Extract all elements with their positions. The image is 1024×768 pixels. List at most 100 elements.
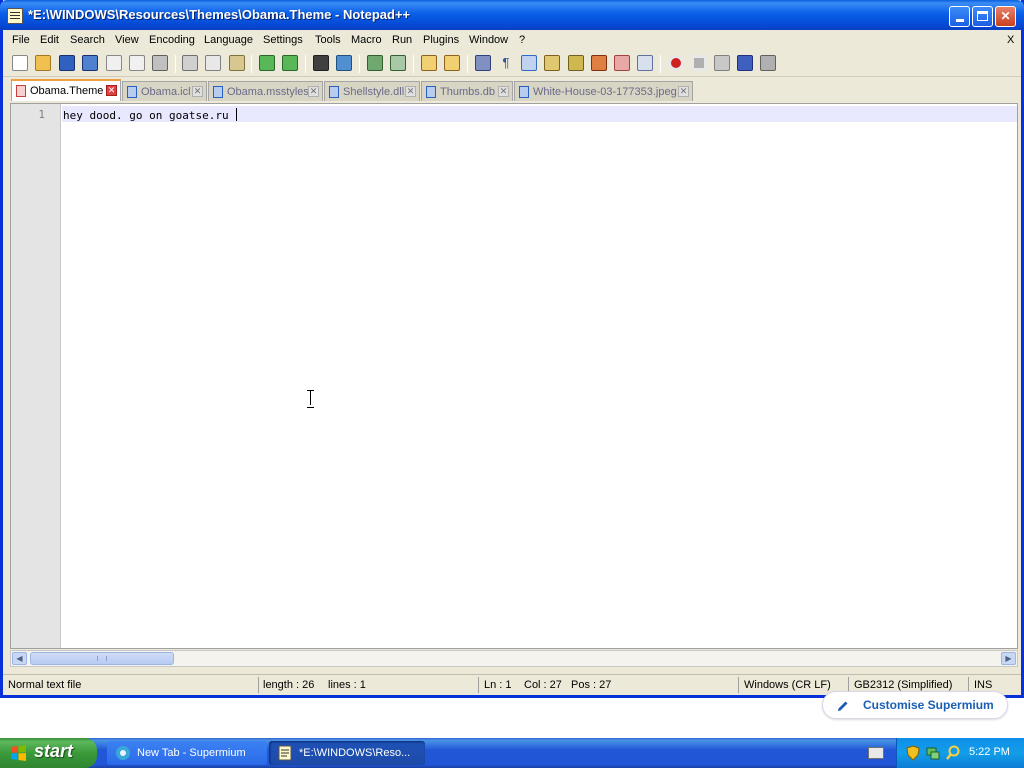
save-all-icon[interactable] (82, 55, 98, 71)
close-file-icon[interactable] (106, 55, 122, 71)
play-macro-icon[interactable] (714, 55, 730, 71)
task-label: New Tab - Supermium (137, 747, 246, 759)
tab-close-icon[interactable]: ✕ (678, 86, 689, 97)
open-file-icon[interactable] (35, 55, 51, 71)
print-icon[interactable] (152, 55, 168, 71)
zoom-out-icon[interactable] (390, 55, 406, 71)
tab-shellstyle-dll[interactable]: Shellstyle.dll ✕ (324, 81, 420, 101)
paste-icon[interactable] (229, 55, 245, 71)
toolbar-separator (467, 55, 468, 73)
tab-close-icon[interactable]: ✕ (192, 86, 203, 97)
tab-obama-icl[interactable]: Obama.icl ✕ (122, 81, 207, 101)
menu-settings[interactable]: Settings (263, 34, 303, 46)
find-icon[interactable] (313, 55, 329, 71)
keyboard-language-icon[interactable] (868, 747, 884, 759)
close-document-button[interactable]: X (1007, 34, 1014, 46)
line-number: 1 (38, 108, 45, 121)
menu-search[interactable]: Search (70, 34, 105, 46)
toolbar-separator (175, 55, 176, 73)
menu-window[interactable]: Window (469, 34, 508, 46)
status-eol: Windows (CR LF) (744, 679, 831, 691)
scroll-thumb[interactable] (30, 652, 174, 665)
status-separator (258, 677, 259, 693)
taskbar-item-supermium[interactable]: New Tab - Supermium (107, 741, 267, 765)
menu-tools[interactable]: Tools (315, 34, 341, 46)
line-number-gutter: 1 (11, 104, 61, 648)
customise-supermium-button[interactable]: Customise Supermium (822, 691, 1008, 719)
customise-label: Customise Supermium (863, 698, 994, 712)
search-icon[interactable] (945, 745, 961, 761)
menu-file[interactable]: File (12, 34, 30, 46)
network-icon[interactable] (925, 745, 941, 761)
tab-close-icon[interactable]: ✕ (308, 86, 319, 97)
file-icon (213, 86, 223, 98)
tab-close-icon[interactable]: ✕ (498, 86, 509, 97)
new-file-icon[interactable] (12, 55, 28, 71)
tab-obama-msstyles[interactable]: Obama.msstyles ✕ (208, 81, 323, 101)
toolbar-separator (359, 55, 360, 73)
start-button[interactable]: start (0, 738, 97, 768)
close-button[interactable]: ✕ (995, 6, 1016, 27)
record-macro-icon[interactable] (668, 55, 684, 71)
file-icon (329, 86, 339, 98)
menu-language[interactable]: Language (204, 34, 253, 46)
tab-obama-theme[interactable]: Obama.Theme ✕ (11, 79, 121, 101)
close-all-icon[interactable] (129, 55, 145, 71)
document-map-icon[interactable] (568, 55, 584, 71)
stop-macro-icon[interactable] (691, 55, 707, 71)
cut-icon[interactable] (182, 55, 198, 71)
folder-workspace-icon[interactable] (614, 55, 630, 71)
tab-close-icon[interactable]: ✕ (106, 85, 117, 96)
copy-icon[interactable] (205, 55, 221, 71)
tab-white-house-jpeg[interactable]: White-House-03-177353.jpeg ✕ (514, 81, 693, 101)
replace-icon[interactable] (336, 55, 352, 71)
word-wrap-icon[interactable] (475, 55, 491, 71)
menu-help[interactable]: ? (519, 34, 525, 46)
file-icon (16, 85, 26, 97)
ibeam-cursor-icon (307, 390, 314, 408)
title-bar[interactable]: *E:\WINDOWS\Resources\Themes\Obama.Theme… (0, 0, 1024, 30)
status-length: length : 26 (263, 679, 315, 691)
menu-view[interactable]: View (115, 34, 139, 46)
toolbar-separator (660, 55, 661, 73)
horizontal-scrollbar[interactable]: ◀ ▶ (10, 650, 1018, 667)
run-macro-multiple-icon[interactable] (737, 55, 753, 71)
menu-encoding[interactable]: Encoding (149, 34, 195, 46)
security-shield-icon[interactable] (905, 745, 921, 761)
tab-label: Shellstyle.dll (343, 86, 405, 98)
tab-label: Obama.msstyles (227, 86, 309, 98)
menu-run[interactable]: Run (392, 34, 412, 46)
minimize-button[interactable] (949, 6, 970, 27)
indent-guide-icon[interactable] (521, 55, 537, 71)
user-language-icon[interactable] (544, 55, 560, 71)
redo-icon[interactable] (282, 55, 298, 71)
zoom-in-icon[interactable] (367, 55, 383, 71)
status-file-type: Normal text file (8, 679, 82, 691)
clock[interactable]: 5:22 PM (969, 746, 1010, 758)
tab-thumbs-db[interactable]: Thumbs.db ✕ (421, 81, 513, 101)
text-editor[interactable]: 1 hey dood. go on goatse.ru (10, 103, 1018, 649)
notepad-window: *E:\WINDOWS\Resources\Themes\Obama.Theme… (0, 0, 1024, 698)
toolbar-separator (413, 55, 414, 73)
menu-macro[interactable]: Macro (351, 34, 382, 46)
maximize-icon (977, 11, 988, 21)
tab-label: White-House-03-177353.jpeg (533, 86, 677, 98)
monitoring-icon[interactable] (637, 55, 653, 71)
save-macro-icon[interactable] (760, 55, 776, 71)
menu-edit[interactable]: Edit (40, 34, 59, 46)
tab-close-icon[interactable]: ✕ (405, 86, 416, 97)
pilcrow-icon[interactable]: ¶ (498, 55, 514, 71)
taskbar-item-notepad[interactable]: *E:\WINDOWS\Reso... (269, 741, 425, 765)
undo-icon[interactable] (259, 55, 275, 71)
scroll-left-arrow-icon[interactable]: ◀ (12, 652, 27, 665)
menu-plugins[interactable]: Plugins (423, 34, 459, 46)
maximize-button[interactable] (972, 6, 993, 27)
function-list-icon[interactable] (591, 55, 607, 71)
tab-bar: Obama.Theme ✕ Obama.icl ✕ Obama.msstyles… (3, 79, 1021, 102)
editor-line-text[interactable]: hey dood. go on goatse.ru (63, 108, 238, 122)
sync-horizontal-icon[interactable] (444, 55, 460, 71)
scroll-right-arrow-icon[interactable]: ▶ (1001, 652, 1016, 665)
notepad-app-icon[interactable] (7, 8, 23, 24)
save-icon[interactable] (59, 55, 75, 71)
sync-vertical-icon[interactable] (421, 55, 437, 71)
